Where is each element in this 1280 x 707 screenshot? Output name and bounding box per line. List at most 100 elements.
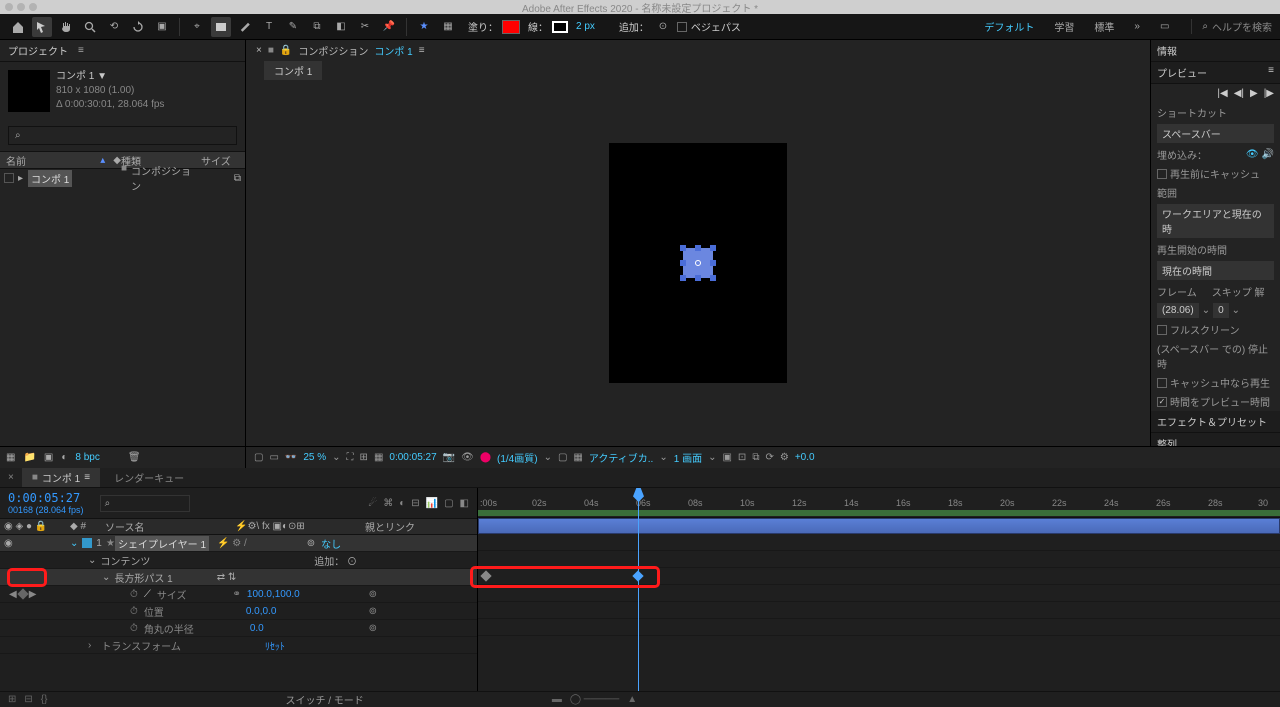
reset-link[interactable]: ﾘｾｯﾄ <box>265 638 285 653</box>
eye-icon[interactable]: 👁 <box>1246 149 1259 160</box>
expression-icon[interactable]: ⊚ <box>369 589 477 600</box>
stroke-swatch[interactable] <box>552 21 568 33</box>
timeline-search[interactable]: ⌕ <box>100 495 190 512</box>
full-icon[interactable]: ⛶ <box>347 452 354 463</box>
ws-panel-icon[interactable]: ▭ <box>1156 19 1173 34</box>
timeline-comp-tab[interactable]: ■コンポ 1≡ <box>22 468 100 487</box>
audio-icon[interactable]: 🔊 <box>1262 149 1274 160</box>
roundness-value[interactable]: 0.0 <box>250 623 264 634</box>
shy-icon[interactable]: ☄ <box>368 498 377 509</box>
timeline-tracks[interactable]: :00s 02s 04s 06s 08s 10s 12s 14s 16s 18s… <box>478 488 1280 691</box>
bpc-value[interactable]: 8 bpc <box>75 452 99 463</box>
expression-icon[interactable]: ⊚ <box>369 606 477 617</box>
effects-panel-tab[interactable]: エフェクト＆プリセット <box>1151 411 1280 433</box>
project-search[interactable]: ⌕ <box>8 126 237 145</box>
col-parent[interactable]: 親とリンク <box>365 519 415 534</box>
fx-icon[interactable]: ⊟ <box>411 498 419 509</box>
dropdown-icon[interactable]: ⌄ <box>659 452 667 463</box>
expression-icon[interactable]: ⊚ <box>369 623 477 634</box>
channel-icon[interactable]: ⬤ <box>480 452 491 463</box>
switch2-icon[interactable]: ◧ <box>460 498 469 509</box>
current-time-indicator[interactable] <box>638 488 639 691</box>
layer-name[interactable]: シェイプレイヤー 1 <box>115 536 209 551</box>
view-icon4[interactable]: ⟳ <box>765 452 773 463</box>
ws-more-icon[interactable]: » <box>1130 19 1144 34</box>
fullscreen-checkbox[interactable] <box>1157 325 1167 335</box>
roi-icon[interactable]: ▢ <box>558 452 567 463</box>
viewer-tc[interactable]: 0:00:05:27 <box>389 452 436 463</box>
stopwatch-icon[interactable]: ⏱ <box>130 606 138 617</box>
res-icon[interactable]: ▭ <box>269 452 278 463</box>
panel-menu-icon[interactable]: ≡ <box>84 472 90 483</box>
exposure-value[interactable]: +0.0 <box>795 452 815 463</box>
comp-mini-tab[interactable]: コンポ 1 <box>264 61 322 80</box>
toggle-icon[interactable]: ⊟ <box>24 694 32 705</box>
rect-path-row[interactable]: ⌄長方形パス 1 ⇄ ⇅ <box>0 569 477 586</box>
new-comp-icon[interactable]: ▣ <box>44 452 53 463</box>
dropdown-icon[interactable]: ⌄ <box>708 452 716 463</box>
mask-icon[interactable]: 👓 <box>285 452 297 463</box>
ws-standard[interactable]: 標準 <box>1090 17 1118 36</box>
toggle-icon[interactable]: ⊞ <box>8 694 16 705</box>
toggle-icon[interactable]: {} <box>41 694 48 705</box>
rectangle-tool-icon[interactable] <box>211 17 231 37</box>
size-value[interactable]: 100.0,100.0 <box>247 589 300 600</box>
timecode[interactable]: 0:00:05:27 <box>8 491 84 505</box>
star-icon[interactable]: ★ <box>414 17 434 37</box>
skip-value[interactable]: 0 <box>1213 303 1229 318</box>
new-folder-icon[interactable]: 📁 <box>23 452 35 463</box>
dropdown-icon[interactable]: ⌄ <box>332 452 340 463</box>
sort-icon[interactable]: ▴ <box>100 155 105 166</box>
play-if-cached-checkbox[interactable] <box>1157 378 1167 388</box>
label-col-icon[interactable]: ◆ <box>113 155 121 166</box>
parent-value[interactable]: なし <box>321 536 341 551</box>
reset-exposure-icon[interactable]: ⚙ <box>780 452 789 463</box>
add-menu-icon[interactable]: ⊙ <box>653 17 673 37</box>
view-icon1[interactable]: ▣ <box>722 452 731 463</box>
fill-swatch[interactable] <box>502 20 520 34</box>
clone-stamp-tool-icon[interactable]: ⧉ <box>307 17 327 37</box>
play-from-value[interactable]: 現在の時間 <box>1157 261 1274 280</box>
selection-tool-icon[interactable] <box>32 17 52 37</box>
fps-value[interactable]: (28.06) <box>1157 303 1199 318</box>
alpha-icon[interactable]: ▢ <box>254 452 263 463</box>
range-value[interactable]: ワークエリアと現在の時 <box>1157 204 1274 238</box>
play-icon[interactable]: ▶ <box>1250 88 1258 99</box>
col-size[interactable]: サイズ <box>201 157 231 168</box>
grid-icon[interactable]: ▦ <box>374 452 383 463</box>
show-snapshot-icon[interactable]: 👁 <box>461 452 474 463</box>
lock-icon[interactable]: 🔒 <box>280 45 292 56</box>
col-name[interactable]: 名前 <box>6 153 26 168</box>
transform-row[interactable]: ›トランスフォーム ﾘｾｯﾄ <box>0 637 477 654</box>
hand-tool-icon[interactable] <box>56 17 76 37</box>
zoom-value[interactable]: 25 % <box>303 452 326 463</box>
comp-name[interactable]: コンポ 1 ▼ <box>56 70 164 84</box>
ws-learn[interactable]: 学習 <box>1050 17 1078 36</box>
camera-value[interactable]: アクティブカ.. <box>589 450 653 465</box>
preview-panel-tab[interactable]: プレビュー <box>1157 65 1207 80</box>
zoom-tool-icon[interactable] <box>80 17 100 37</box>
position-prop-row[interactable]: ⏱ 位置 0.0,0.0 ⊚ <box>0 603 477 620</box>
size-keyframe-track[interactable] <box>478 568 1280 585</box>
orbit-tool-icon[interactable]: ⟲ <box>104 17 124 37</box>
first-frame-icon[interactable]: |◀ <box>1217 88 1227 99</box>
project-tab[interactable]: プロジェクト <box>8 43 68 58</box>
panel-menu-icon[interactable]: ≡ <box>1268 65 1274 80</box>
prev-frame-icon[interactable]: ◀| <box>1234 88 1244 99</box>
cache-before-checkbox[interactable] <box>1157 169 1167 179</box>
adjust-icon[interactable]: ◐ <box>61 452 67 463</box>
breadcrumb-comp[interactable]: コンポ 1 <box>374 43 412 58</box>
ws-default[interactable]: デフォルト <box>980 17 1038 36</box>
home-icon[interactable] <box>8 17 28 37</box>
pan-behind-tool-icon[interactable]: ⌖ <box>187 17 207 37</box>
stroke-width[interactable]: 2 px <box>576 21 595 32</box>
zoom-in-icon[interactable]: ▲ <box>627 694 637 705</box>
align-panel-tab[interactable]: 整列 <box>1151 433 1280 446</box>
flowchart-icon[interactable]: ⧉ <box>201 173 245 184</box>
traffic-lights[interactable] <box>5 3 37 11</box>
roundness-prop-row[interactable]: ⏱ 角丸の半径 0.0 ⊚ <box>0 620 477 637</box>
dropdown-icon[interactable]: ⌄ <box>544 452 552 463</box>
quality-value[interactable]: (1/4画質) <box>497 450 538 465</box>
pen-tool-icon[interactable] <box>235 17 255 37</box>
last-frame-icon[interactable]: |▶ <box>1264 88 1274 99</box>
